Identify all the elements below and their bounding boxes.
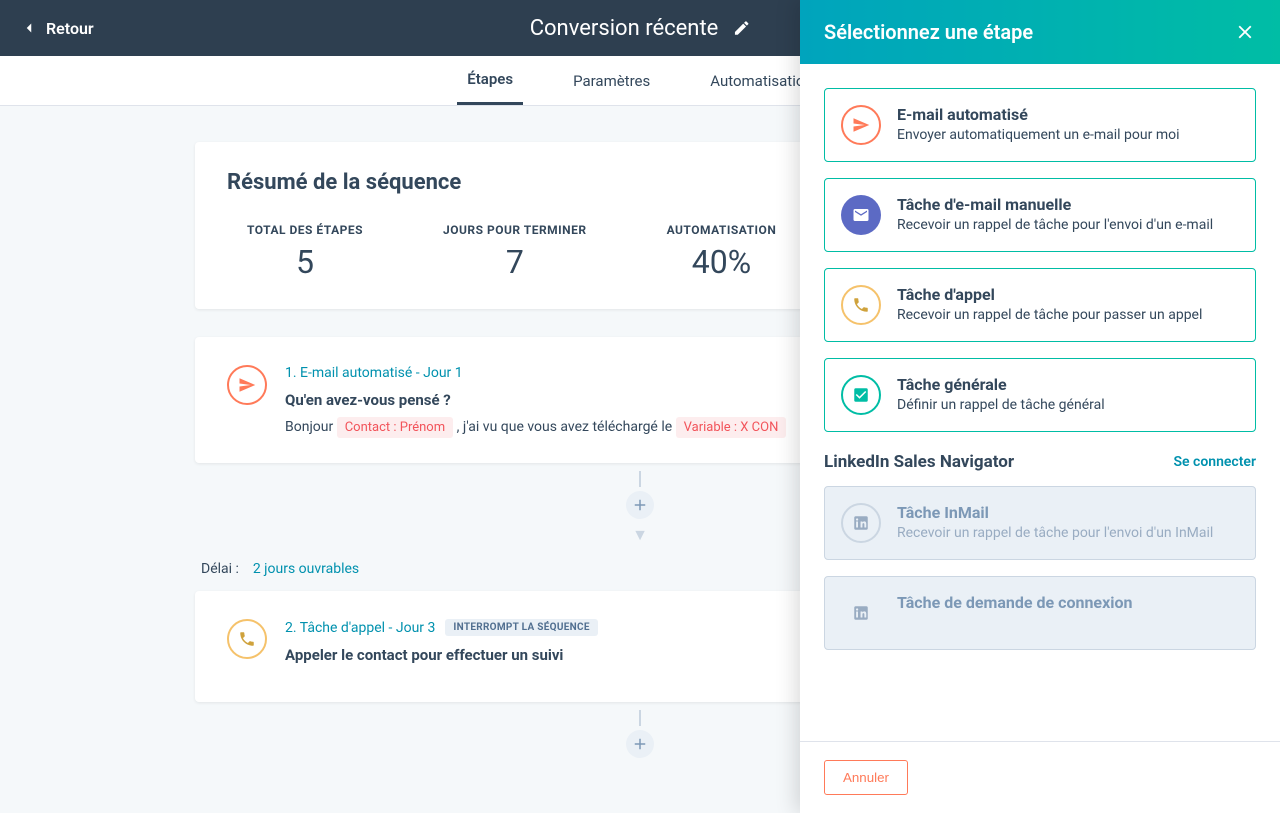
option-title: Tâche de demande de connexion bbox=[897, 593, 1132, 612]
send-icon bbox=[841, 105, 881, 145]
stat-days-label: JOURS POUR TERMINER bbox=[443, 223, 587, 237]
close-icon[interactable] bbox=[1234, 21, 1256, 43]
option-desc: Recevoir un rappel de tâche pour l'envoi… bbox=[897, 217, 1213, 233]
linkedin-icon bbox=[841, 503, 881, 543]
send-icon bbox=[227, 365, 267, 405]
option-connection-request: Tâche de demande de connexion bbox=[824, 576, 1256, 650]
stat-days: JOURS POUR TERMINER 7 bbox=[443, 223, 587, 281]
connector-line bbox=[639, 471, 641, 487]
phone-icon bbox=[841, 285, 881, 325]
option-title: Tâche générale bbox=[897, 375, 1105, 394]
option-title: E-mail automatisé bbox=[897, 105, 1179, 124]
option-desc: Définir un rappel de tâche général bbox=[897, 397, 1105, 413]
arrow-down-icon: ▼ bbox=[632, 525, 648, 545]
panel-body: E-mail automatisé Envoyer automatiquemen… bbox=[800, 64, 1280, 741]
plus-icon bbox=[631, 735, 649, 753]
back-label: Retour bbox=[46, 19, 94, 38]
token-variable-xcon: Variable : X CON bbox=[676, 417, 787, 438]
add-step-button[interactable] bbox=[626, 730, 654, 758]
back-button[interactable]: Retour bbox=[0, 19, 114, 38]
tab-settings[interactable]: Paramètres bbox=[563, 56, 660, 105]
stat-days-value: 7 bbox=[443, 243, 587, 281]
step1-heading: 1. E-mail automatisé - Jour 1 bbox=[285, 365, 786, 381]
option-call-task[interactable]: Tâche d'appel Recevoir un rappel de tâch… bbox=[824, 268, 1256, 342]
token-contact-firstname: Contact : Prénom bbox=[337, 417, 453, 438]
option-desc: Envoyer automatiquement un e-mail pour m… bbox=[897, 127, 1179, 143]
option-title: Tâche InMail bbox=[897, 503, 1213, 522]
stat-total: TOTAL DES ÉTAPES 5 bbox=[247, 223, 363, 281]
step2-heading: 2. Tâche d'appel - Jour 3 bbox=[285, 620, 435, 636]
panel-footer: Annuler bbox=[800, 741, 1280, 813]
option-title: Tâche d'appel bbox=[897, 285, 1202, 304]
step1-pre: Bonjour bbox=[285, 419, 337, 435]
stat-total-label: TOTAL DES ÉTAPES bbox=[247, 223, 363, 237]
option-title: Tâche d'e-mail manuelle bbox=[897, 195, 1213, 214]
interrupt-pill: INTERROMPT LA SÉQUENCE bbox=[445, 619, 597, 636]
mail-icon bbox=[841, 195, 881, 235]
task-icon bbox=[841, 375, 881, 415]
add-step-button[interactable] bbox=[626, 491, 654, 519]
delay-label: Délai : bbox=[201, 561, 239, 577]
option-desc: Recevoir un rappel de tâche pour passer … bbox=[897, 307, 1202, 323]
linkedin-title: LinkedIn Sales Navigator bbox=[824, 452, 1014, 472]
tab-steps[interactable]: Étapes bbox=[457, 56, 523, 105]
edit-icon[interactable] bbox=[732, 19, 750, 37]
chevron-left-icon bbox=[20, 19, 38, 37]
step1-preview: Bonjour Contact : Prénom , j'ai vu que v… bbox=[285, 419, 786, 435]
option-desc: Recevoir un rappel de tâche pour l'envoi… bbox=[897, 525, 1213, 541]
option-manual-email[interactable]: Tâche d'e-mail manuelle Recevoir un rapp… bbox=[824, 178, 1256, 252]
cancel-button[interactable]: Annuler bbox=[824, 760, 908, 795]
delay-value: 2 jours ouvrables bbox=[253, 561, 359, 577]
linkedin-icon bbox=[841, 593, 881, 633]
step2-heading-row: 2. Tâche d'appel - Jour 3 INTERROMPT LA … bbox=[285, 619, 598, 636]
option-inmail: Tâche InMail Recevoir un rappel de tâche… bbox=[824, 486, 1256, 560]
linkedin-section-header: LinkedIn Sales Navigator Se connecter bbox=[824, 452, 1256, 472]
connector-line bbox=[639, 710, 641, 726]
option-general-task[interactable]: Tâche générale Définir un rappel de tâch… bbox=[824, 358, 1256, 432]
connect-link[interactable]: Se connecter bbox=[1173, 454, 1256, 470]
page-title-wrap: Conversion récente bbox=[530, 16, 751, 41]
side-panel: Sélectionnez une étape E-mail automatisé… bbox=[800, 0, 1280, 813]
page-title: Conversion récente bbox=[530, 16, 719, 41]
step2-subject: Appeler le contact pour effectuer un sui… bbox=[285, 646, 598, 664]
stat-auto-value: 40% bbox=[667, 243, 777, 281]
step1-subject: Qu'en avez-vous pensé ? bbox=[285, 391, 786, 409]
stat-auto: AUTOMATISATION 40% bbox=[667, 223, 777, 281]
step1-mid: , j'ai vu que vous avez téléchargé le bbox=[457, 419, 676, 435]
stat-auto-label: AUTOMATISATION bbox=[667, 223, 777, 237]
option-auto-email[interactable]: E-mail automatisé Envoyer automatiquemen… bbox=[824, 88, 1256, 162]
panel-header: Sélectionnez une étape bbox=[800, 0, 1280, 64]
panel-title: Sélectionnez une étape bbox=[824, 20, 1033, 44]
stat-total-value: 5 bbox=[247, 243, 363, 281]
phone-icon bbox=[227, 619, 267, 659]
plus-icon bbox=[631, 496, 649, 514]
